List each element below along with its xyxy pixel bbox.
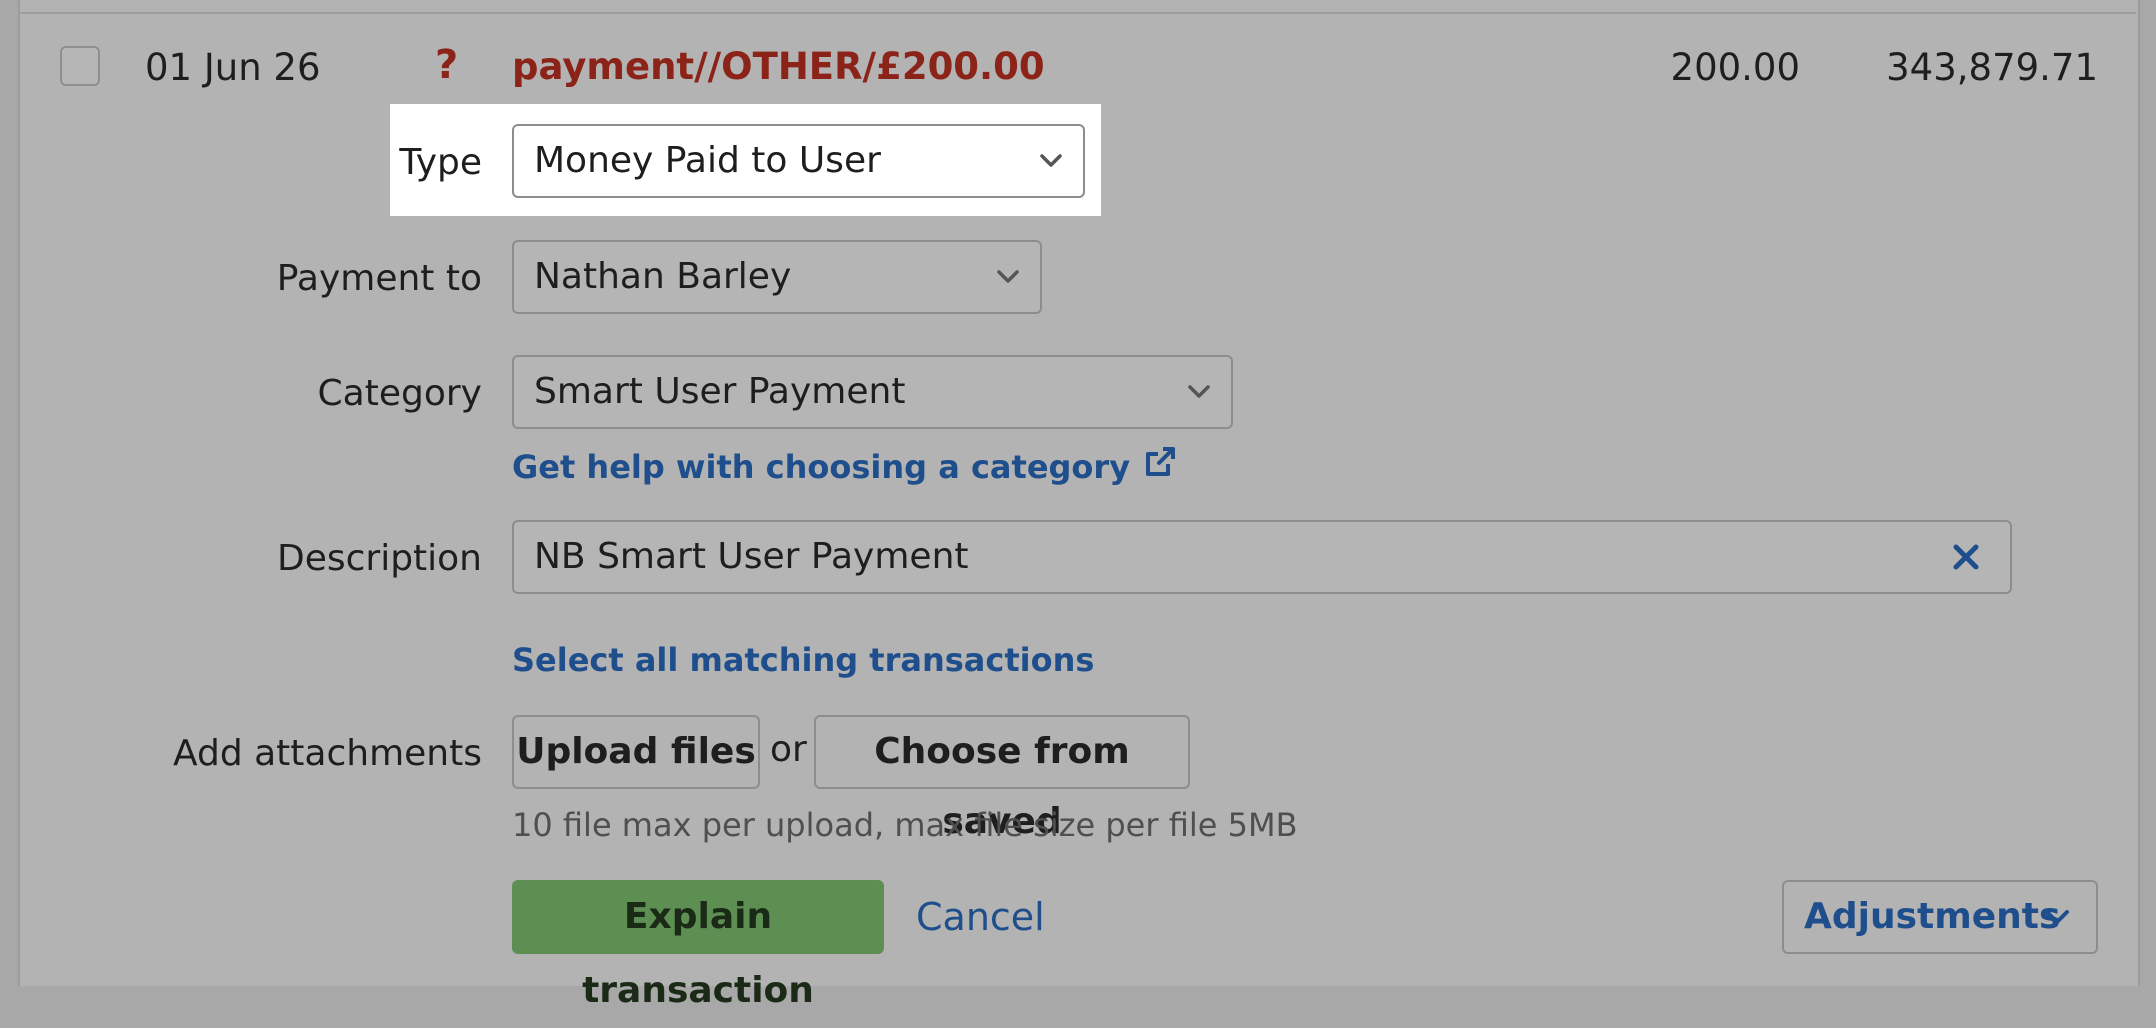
type-label: Type: [399, 142, 482, 183]
type-select[interactable]: Money Paid to User: [512, 124, 1085, 198]
close-icon[interactable]: [1952, 522, 1980, 592]
description-value: NB Smart User Payment: [534, 536, 969, 577]
upload-files-button[interactable]: Upload files: [512, 715, 760, 789]
chevron-down-icon: [1187, 357, 1211, 427]
select-matching-link[interactable]: Select all matching transactions: [512, 640, 1094, 680]
transaction-checkbox[interactable]: [60, 46, 100, 86]
cancel-link[interactable]: Cancel: [916, 894, 1045, 940]
category-help-link[interactable]: Get help with choosing a category: [512, 444, 1178, 489]
chevron-down-icon: [1039, 126, 1063, 196]
category-select[interactable]: Smart User Payment: [512, 355, 1233, 429]
transaction-date: 01 Jun 26: [145, 46, 321, 89]
attachments-label: Add attachments: [172, 733, 482, 774]
type-select-value: Money Paid to User: [534, 140, 881, 181]
category-value: Smart User Payment: [534, 371, 906, 412]
payment-to-select[interactable]: Nathan Barley: [512, 240, 1042, 314]
or-text: or: [770, 729, 807, 770]
transaction-description[interactable]: payment//OTHER/£200.00: [512, 44, 1045, 90]
transaction-amount: 200.00: [1670, 46, 1800, 89]
transaction-balance: 343,879.71: [1886, 46, 2098, 89]
chevron-down-icon: [996, 242, 1020, 312]
external-link-icon: [1142, 444, 1178, 489]
chevron-down-icon: [2044, 882, 2070, 952]
choose-from-saved-button[interactable]: Choose from saved: [814, 715, 1190, 842]
divider: [18, 12, 2136, 14]
category-label: Category: [317, 373, 482, 414]
category-help-text: Get help with choosing a category: [512, 447, 1131, 486]
upload-hint: 10 file max per upload, max file size pe…: [512, 806, 1298, 844]
adjustments-button[interactable]: Adjustments: [1782, 880, 2098, 954]
adjustments-label: Adjustments: [1804, 896, 2061, 937]
payment-to-label: Payment to: [276, 258, 482, 299]
question-mark-icon: ?: [435, 42, 459, 88]
explain-transaction-button[interactable]: Explain transaction: [512, 880, 884, 1011]
description-input[interactable]: NB Smart User Payment: [512, 520, 2012, 594]
payment-to-value: Nathan Barley: [534, 256, 792, 297]
description-label: Description: [276, 538, 482, 579]
